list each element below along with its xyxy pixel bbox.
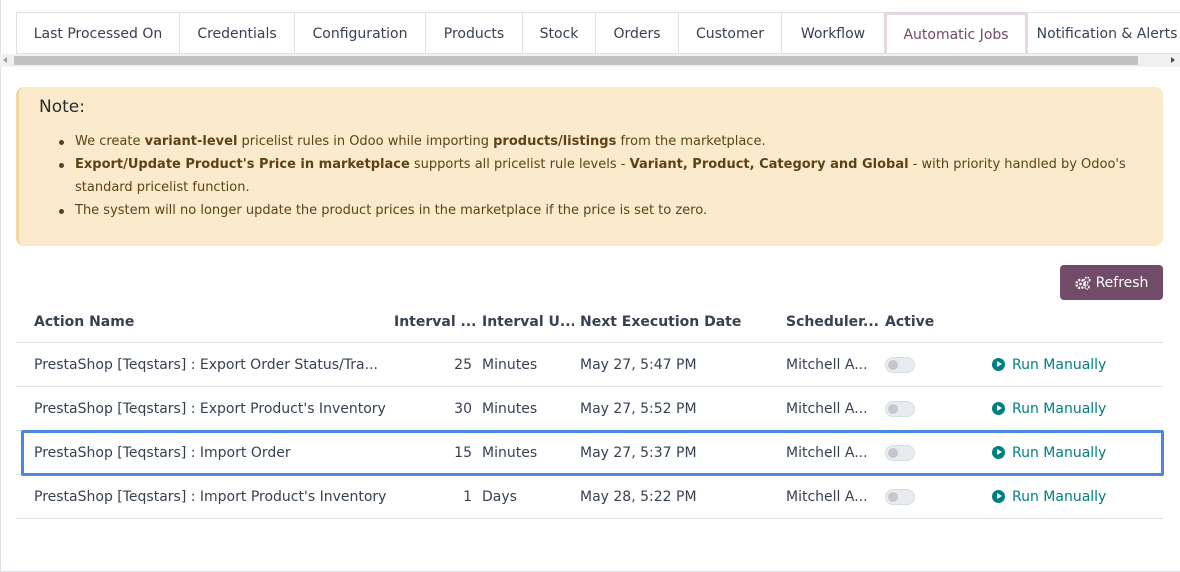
play-circle-icon — [992, 402, 1005, 415]
note-text: We create — [75, 134, 145, 149]
header-scheduler[interactable]: Scheduler... — [786, 301, 882, 342]
cell-run-manually: Run Manually — [992, 387, 1152, 430]
cell-run-manually: Run Manually — [992, 475, 1152, 518]
action-name-text: PrestaShop [Teqstars] : Export Order Sta… — [34, 356, 378, 373]
note-item: We create variant-level pricelist rules … — [59, 130, 1149, 153]
note-text: supports all pricelist rule levels - — [409, 157, 630, 172]
cell-action-name[interactable]: PrestaShop [Teqstars] : Import Order — [34, 431, 394, 474]
play-circle-icon — [992, 446, 1005, 459]
header-interval-unit[interactable]: Interval U... — [482, 301, 574, 342]
tab-customer[interactable]: Customer — [678, 12, 782, 53]
cell-interval: 15 — [454, 444, 472, 461]
notebook-tabs: Last Processed On Credentials Configuratio… — [16, 12, 1180, 54]
refresh-label: Refresh — [1095, 274, 1149, 291]
header-next-execution-date[interactable]: Next Execution Date — [580, 301, 780, 342]
action-name-text: PrestaShop [Teqstars] : Import Order — [34, 444, 291, 461]
action-name-text: PrestaShop [Teqstars] : Import Product's… — [34, 488, 387, 505]
play-circle-icon — [992, 358, 1005, 371]
cell-scheduler: Mitchell A... — [786, 488, 868, 505]
note-title: Note: — [39, 97, 85, 117]
note-emphasis: variant-level — [144, 134, 238, 149]
run-manually-button[interactable]: Run Manually — [992, 445, 1106, 461]
note-emphasis: Variant, Product, Category and Global — [629, 157, 909, 172]
cell-interval-unit: Minutes — [482, 400, 538, 417]
note-emphasis: products/listings — [493, 134, 617, 149]
cell-interval: 1 — [463, 488, 472, 505]
action-name-text: PrestaShop [Teqstars] : Export Product's… — [34, 400, 386, 417]
active-toggle[interactable] — [885, 400, 915, 417]
run-manually-label: Run Manually — [1012, 400, 1107, 417]
tab-workflow[interactable]: Workflow — [781, 12, 885, 53]
table-row[interactable]: PrestaShop [Teqstars] : Export Order Sta… — [16, 343, 1163, 387]
header-action-name[interactable]: Action Name — [34, 301, 394, 342]
cell-run-manually: Run Manually — [992, 343, 1152, 386]
gears-icon — [1074, 276, 1091, 290]
automatic-jobs-table: Action Name Interval ... Interval U... N… — [16, 301, 1163, 519]
cell-run-manually: Run Manually — [992, 431, 1152, 474]
cell-active — [885, 431, 945, 474]
active-toggle[interactable] — [885, 488, 915, 505]
cell-active — [885, 387, 945, 430]
cell-interval-unit: Minutes — [482, 356, 538, 373]
header-interval[interactable]: Interval ... — [394, 301, 480, 342]
tab-products[interactable]: Products — [425, 12, 523, 53]
cell-action-name[interactable]: PrestaShop [Teqstars] : Export Order Sta… — [34, 343, 394, 386]
note-list: We create variant-level pricelist rules … — [59, 130, 1149, 222]
tab-automatic-jobs[interactable]: Automatic Jobs — [884, 12, 1028, 53]
note-text: The system will no longer update the pro… — [75, 203, 708, 218]
refresh-button[interactable]: Refresh — [1060, 265, 1163, 300]
note-text: pricelist rules in Odoo while importing — [237, 134, 494, 149]
note-emphasis: Export/Update Product's Price in marketp… — [75, 157, 410, 172]
run-manually-label: Run Manually — [1012, 356, 1107, 373]
cell-scheduler: Mitchell A... — [786, 356, 868, 373]
note-text: from the marketplace. — [616, 134, 766, 149]
active-toggle[interactable] — [885, 444, 915, 461]
tab-configuration[interactable]: Configuration — [294, 12, 426, 53]
note-item: The system will no longer update the pro… — [59, 199, 1149, 222]
cell-active — [885, 343, 945, 386]
table-header: Action Name Interval ... Interval U... N… — [16, 301, 1163, 343]
run-manually-label: Run Manually — [1012, 444, 1107, 461]
cell-interval-unit: Minutes — [482, 444, 538, 461]
tab-last-processed-on[interactable]: Last Processed On — [16, 12, 180, 53]
run-manually-button[interactable]: Run Manually — [992, 357, 1106, 373]
cell-next-execution-date: May 27, 5:47 PM — [580, 356, 697, 373]
play-circle-icon — [992, 490, 1005, 503]
cell-next-execution-date: May 27, 5:52 PM — [580, 400, 697, 417]
cell-next-execution-date: May 28, 5:22 PM — [580, 488, 697, 505]
cell-action-name[interactable]: PrestaShop [Teqstars] : Export Product's… — [34, 387, 394, 430]
table-body: PrestaShop [Teqstars] : Export Order Sta… — [16, 343, 1163, 519]
table-row[interactable]: PrestaShop [Teqstars] : Import Product's… — [16, 475, 1163, 519]
run-manually-button[interactable]: Run Manually — [992, 401, 1106, 417]
cell-next-execution-date: May 27, 5:37 PM — [580, 444, 697, 461]
table-row[interactable]: PrestaShop [Teqstars] : Import Order 15 Mi… — [16, 431, 1163, 475]
scroll-left-arrow-icon[interactable] — [3, 57, 7, 63]
header-active[interactable]: Active — [885, 301, 945, 342]
run-manually-button[interactable]: Run Manually — [992, 489, 1106, 505]
note-panel: Note: We create variant-level pricelist … — [16, 87, 1163, 246]
tab-orders[interactable]: Orders — [595, 12, 679, 53]
horizontal-scrollbar[interactable] — [0, 54, 1180, 67]
cell-scheduler: Mitchell A... — [786, 444, 868, 461]
tab-notification-alerts[interactable]: Notification & Alerts — [1027, 12, 1180, 53]
scrollbar-thumb[interactable] — [14, 56, 1138, 65]
tab-credentials[interactable]: Credentials — [179, 12, 295, 53]
note-item: Export/Update Product's Price in marketp… — [59, 153, 1149, 199]
cell-active — [885, 475, 945, 518]
cell-action-name[interactable]: PrestaShop [Teqstars] : Import Product's… — [34, 475, 394, 518]
tab-stock[interactable]: Stock — [522, 12, 596, 53]
cell-scheduler: Mitchell A... — [786, 400, 868, 417]
active-toggle[interactable] — [885, 356, 915, 373]
run-manually-label: Run Manually — [1012, 488, 1107, 505]
scroll-right-arrow-icon[interactable] — [1171, 57, 1175, 63]
cell-interval-unit: Days — [482, 488, 517, 505]
cell-interval: 30 — [454, 400, 472, 417]
cell-interval: 25 — [454, 356, 472, 373]
table-row[interactable]: PrestaShop [Teqstars] : Export Product's… — [16, 387, 1163, 431]
